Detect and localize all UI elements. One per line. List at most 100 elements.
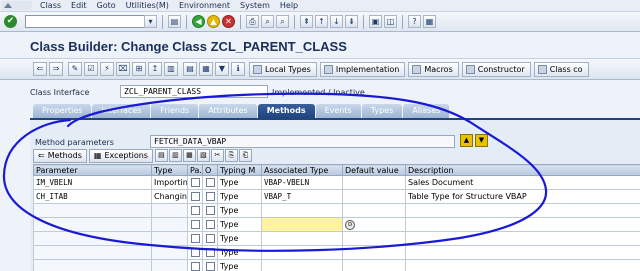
- description-cell[interactable]: [405, 259, 640, 271]
- local-types-button[interactable]: Local Types: [249, 61, 317, 77]
- optional-checkbox[interactable]: [202, 189, 218, 204]
- exit-icon[interactable]: ▲: [207, 15, 220, 28]
- class-interface-field[interactable]: ZCL_PARENT_CLASS: [120, 85, 268, 98]
- where-used-icon[interactable]: ⊞: [132, 62, 146, 76]
- typing-method-cell[interactable]: Type: [217, 259, 262, 271]
- cut-icon[interactable]: ✂: [210, 149, 224, 162]
- column-header-default-value[interactable]: Default value: [342, 164, 406, 176]
- tab-friends[interactable]: Friends: [151, 104, 199, 118]
- previous-page-icon[interactable]: ↑: [315, 15, 328, 28]
- column-header-associated-type[interactable]: Associated Type: [261, 164, 343, 176]
- associated-type-cell[interactable]: [261, 259, 343, 271]
- default-value-cell[interactable]: [342, 231, 406, 246]
- checkbox[interactable]: [205, 192, 215, 201]
- parameter-cell[interactable]: [33, 231, 152, 246]
- new-session-icon[interactable]: ▣: [369, 15, 382, 28]
- menu-item-class[interactable]: Class: [40, 1, 61, 10]
- menu-item-system[interactable]: System: [240, 1, 270, 10]
- associated-type-cell[interactable]: [261, 231, 343, 246]
- menu-item-environment[interactable]: Environment: [179, 1, 230, 10]
- column-header-pass-by-value[interactable]: Pa.: [187, 164, 203, 176]
- macros-button[interactable]: Macros: [408, 61, 459, 77]
- default-value-cell[interactable]: [342, 175, 406, 190]
- checkbox[interactable]: [205, 220, 215, 229]
- implementation-button[interactable]: Implementation: [319, 61, 406, 77]
- description-cell[interactable]: Table Type for Structure VBAP: [405, 189, 640, 204]
- parameter-cell[interactable]: CH_ITAB: [33, 189, 152, 204]
- type-cell[interactable]: [151, 259, 188, 271]
- column-header-type[interactable]: Type: [151, 164, 188, 176]
- column-header-parameter[interactable]: Parameter: [33, 164, 152, 176]
- default-value-cell[interactable]: [342, 245, 406, 260]
- default-value-cell[interactable]: [342, 203, 406, 218]
- print-icon[interactable]: ⎙: [246, 15, 259, 28]
- layout-menu-icon[interactable]: ▦: [423, 15, 436, 28]
- help-icon[interactable]: ?: [408, 15, 421, 28]
- parameter-cell[interactable]: [33, 259, 152, 271]
- column-header-description[interactable]: Description: [405, 164, 640, 176]
- hierarchy-icon[interactable]: ▦: [199, 62, 213, 76]
- pass-by-value-checkbox[interactable]: [187, 231, 203, 246]
- checkbox[interactable]: [205, 234, 215, 243]
- parameter-cell[interactable]: IM_VBELN: [33, 175, 152, 190]
- typing-method-cell[interactable]: Type: [217, 175, 262, 190]
- previous-method-button[interactable]: ▲: [460, 134, 473, 147]
- pass-by-value-checkbox[interactable]: [187, 189, 203, 204]
- associated-type-cell[interactable]: [261, 245, 343, 260]
- type-cell[interactable]: [151, 203, 188, 218]
- next-page-icon[interactable]: ↓: [330, 15, 343, 28]
- info-icon[interactable]: ℹ: [231, 62, 245, 76]
- next-method-button[interactable]: ▼: [475, 134, 488, 147]
- pass-by-value-checkbox[interactable]: [187, 217, 203, 232]
- typing-method-cell[interactable]: Type: [217, 245, 262, 260]
- tab-events[interactable]: Events: [315, 104, 361, 118]
- column-header-typing-method[interactable]: Typing M: [217, 164, 262, 176]
- optional-checkbox[interactable]: [202, 217, 218, 232]
- outline-icon[interactable]: ▥: [164, 62, 178, 76]
- display-object-list-icon[interactable]: ▤: [183, 62, 197, 76]
- pass-by-value-checkbox[interactable]: [187, 245, 203, 260]
- pass-by-value-checkbox[interactable]: [187, 203, 203, 218]
- description-cell[interactable]: [405, 231, 640, 246]
- constructor-button[interactable]: Constructor: [461, 61, 531, 77]
- insert-row-icon[interactable]: ▥: [168, 149, 182, 162]
- detail-view-icon[interactable]: ▤: [154, 149, 168, 162]
- pass-by-value-checkbox[interactable]: [187, 175, 203, 190]
- parameter-cell[interactable]: [33, 217, 152, 232]
- forward-arrow-icon[interactable]: ⇒: [49, 62, 63, 76]
- parameter-cell[interactable]: [33, 245, 152, 260]
- first-page-icon[interactable]: ⇞: [300, 15, 313, 28]
- type-cell[interactable]: [151, 245, 188, 260]
- type-cell[interactable]: [151, 217, 188, 232]
- find-next-icon[interactable]: ⌕: [276, 15, 289, 28]
- column-header-optional[interactable]: O: [202, 164, 218, 176]
- type-cell[interactable]: Importing: [151, 175, 188, 190]
- checkbox[interactable]: [205, 262, 215, 271]
- checkbox[interactable]: [190, 192, 200, 201]
- tab-methods[interactable]: Methods: [257, 104, 315, 118]
- typing-method-cell[interactable]: Type: [217, 231, 262, 246]
- delete-row-icon[interactable]: ▦: [182, 149, 196, 162]
- checkbox[interactable]: [205, 178, 215, 187]
- optional-checkbox[interactable]: [202, 175, 218, 190]
- checkbox[interactable]: [205, 248, 215, 257]
- menu-item-help[interactable]: Help: [280, 1, 298, 10]
- typing-method-cell[interactable]: Type: [217, 217, 262, 232]
- save-icon[interactable]: ▤: [168, 15, 181, 28]
- parameter-cell[interactable]: [33, 203, 152, 218]
- tab-interfaces[interactable]: Interfaces: [92, 104, 151, 118]
- optional-checkbox[interactable]: [202, 259, 218, 271]
- copy-icon[interactable]: ⎘: [224, 149, 238, 162]
- back-arrow-icon[interactable]: ⇐: [33, 62, 47, 76]
- value-help-icon[interactable]: ⊙: [345, 219, 355, 230]
- test-icon[interactable]: ⌧: [116, 62, 130, 76]
- exceptions-button[interactable]: ▦ Exceptions: [88, 148, 153, 163]
- associated-type-cell[interactable]: VBAP-VBELN: [261, 175, 343, 190]
- typing-method-cell[interactable]: Type: [217, 189, 262, 204]
- checkbox[interactable]: [190, 262, 200, 271]
- shortcut-icon[interactable]: ◫: [384, 15, 397, 28]
- menu-item-goto[interactable]: Goto: [97, 1, 116, 10]
- description-cell[interactable]: [405, 245, 640, 260]
- checkbox[interactable]: [205, 206, 215, 215]
- check-icon[interactable]: ☑: [84, 62, 98, 76]
